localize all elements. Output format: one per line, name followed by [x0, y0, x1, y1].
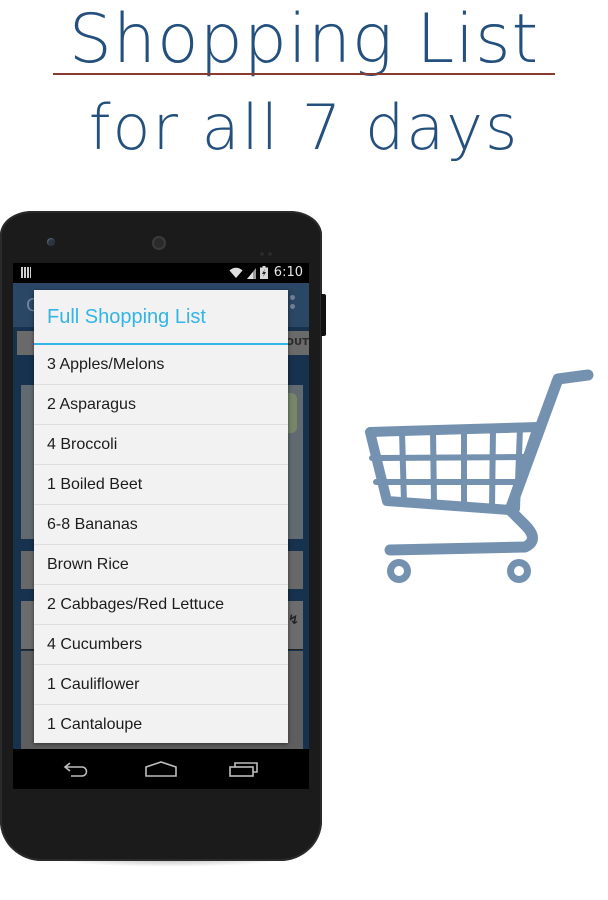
back-button[interactable] [59, 759, 93, 779]
front-camera [47, 238, 55, 246]
shopping-cart-icon [365, 369, 594, 583]
list-item[interactable]: 2 Asparagus [34, 385, 288, 425]
home-icon [145, 761, 177, 777]
back-icon [63, 762, 88, 777]
overflow-menu-icon[interactable] [290, 295, 296, 313]
proximity-sensors [260, 241, 278, 256]
list-item[interactable]: 3 Apples/Melons [34, 345, 288, 385]
list-item[interactable]: 4 Cucumbers [34, 625, 288, 665]
card-icon: ↯ [288, 613, 299, 628]
list-item[interactable]: 1 Cauliflower [34, 665, 288, 705]
status-time: 6:10 [273, 265, 303, 280]
recent-apps-icon [229, 762, 258, 777]
list-item[interactable]: Brown Rice [34, 545, 288, 585]
headline-underline [53, 73, 555, 75]
wifi-icon [229, 267, 243, 278]
app-tab-label[interactable]: OUT [286, 337, 309, 348]
list-item[interactable]: 1 Boiled Beet [34, 465, 288, 505]
signal-icon [246, 267, 256, 279]
status-bar: 6:10 [13, 263, 309, 283]
full-shopping-list-dialog: Full Shopping List 3 Apples/Melons 2 Asp… [34, 290, 288, 743]
earpiece-speaker [152, 236, 166, 250]
list-item[interactable]: 2 Cabbages/Red Lettuce [34, 585, 288, 625]
recent-apps-button[interactable] [227, 759, 261, 779]
list-item[interactable]: 6-8 Bananas [34, 505, 288, 545]
promo-headline-title: Shopping List [68, 0, 540, 79]
navigation-bar [13, 749, 309, 789]
notification-icon [21, 267, 31, 278]
shopping-list: 3 Apples/Melons 2 Asparagus 4 Broccoli 1… [34, 345, 288, 743]
list-item[interactable]: 4 Broccoli [34, 425, 288, 465]
list-item[interactable]: 1 Cantaloupe [34, 705, 288, 743]
phone-power-button [321, 294, 326, 336]
promo-headline-subtitle: for all 7 days [88, 91, 520, 164]
dialog-title: Full Shopping List [47, 306, 206, 328]
home-button[interactable] [144, 759, 178, 779]
battery-charging-icon [259, 266, 268, 279]
